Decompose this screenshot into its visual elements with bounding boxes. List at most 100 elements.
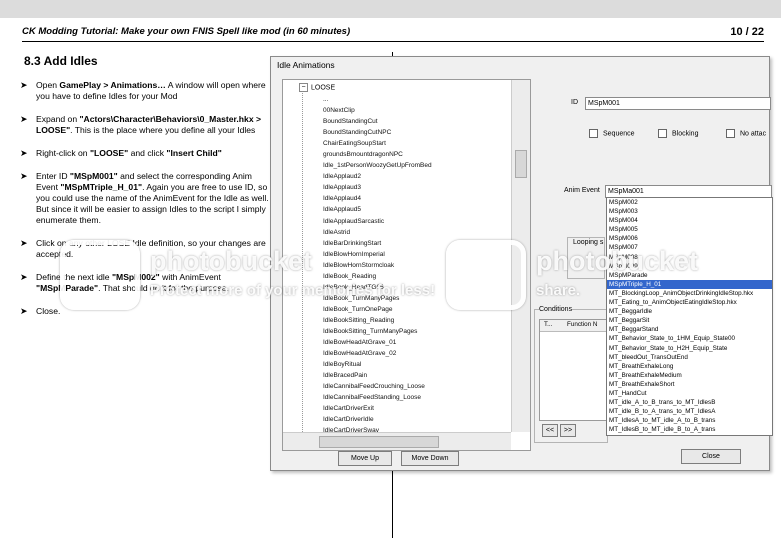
tree-item[interactable]: IdleBowHeadAtGrave_02 — [323, 348, 432, 359]
instruction-step: ➤ Expand on "Actors\Character\Behaviors\0… — [20, 114, 270, 136]
conditions-table[interactable]: T... Function N — [539, 319, 607, 421]
tree-item[interactable]: IdleCartDriverExit — [323, 403, 432, 414]
tree-item[interactable]: IdleApplaud2 — [323, 171, 432, 182]
anim-event-option[interactable]: MT_BeggarSit — [607, 316, 772, 325]
previous-button[interactable]: << — [542, 424, 558, 437]
checkbox-box[interactable] — [589, 129, 598, 138]
tree-item[interactable]: IdleBookSitting_TurnManyPages — [323, 326, 432, 337]
tree-item[interactable]: IdleCannibalFeedCrouching_Loose — [323, 381, 432, 392]
column-header[interactable]: T... — [544, 321, 552, 328]
tree-item[interactable]: BoundStandingCutNPC — [323, 127, 432, 138]
bullet-arrow-icon: ➤ — [20, 272, 28, 282]
anim-event-option[interactable]: MSpM006 — [607, 234, 772, 243]
tree-item[interactable]: IdleCartDriverIdle — [323, 414, 432, 425]
tree-item[interactable]: groundsBmountdragonNPC — [323, 149, 432, 160]
document-title: CK Modding Tutorial: Make your own FNIS … — [22, 26, 351, 37]
step-text: Open — [36, 80, 60, 90]
tree-horizontal-scrollbar[interactable] — [283, 432, 511, 450]
tree-item[interactable]: IdleBlowHornStormcloak — [323, 260, 432, 271]
tree-item[interactable]: IdleApplaud3 — [323, 182, 432, 193]
id-field[interactable]: MSpM001 — [585, 97, 771, 110]
checkbox-box[interactable] — [658, 129, 667, 138]
bullet-arrow-icon: ➤ — [20, 148, 28, 158]
page-number: 10 / 22 — [730, 26, 764, 38]
tree-item[interactable]: 00NextClip — [323, 105, 432, 116]
dialog-title: Idle Animations — [277, 60, 335, 70]
column-header[interactable]: Function N — [567, 321, 597, 328]
instruction-step: ➤ Close. — [20, 306, 270, 317]
tree-item[interactable]: IdleApplaud5 — [323, 204, 432, 215]
tree-item[interactable]: IdleBarDrinkingStart — [323, 238, 432, 249]
step-emphasis: "Insert Child" — [166, 148, 222, 158]
anim-event-option[interactable]: MT_BeggarIdle — [607, 307, 772, 316]
step-emphasis: "MSpMTriple_H_01" — [60, 182, 143, 192]
tree-item[interactable]: IdleBook_TurnOnePage — [323, 304, 432, 315]
tree-item[interactable]: IdleApplaudSarcastic — [323, 216, 432, 227]
checkbox-box[interactable] — [726, 129, 735, 138]
anim-event-option[interactable]: MT_IdlesB_to_MT_idle_B_to_A_trans — [607, 425, 772, 434]
anim-event-option[interactable]: MT_Behavior_State_to_H2H_Equip_State — [607, 344, 772, 353]
tree-item[interactable]: ChairEatingSoupStart — [323, 138, 432, 149]
checkbox-label: Blocking — [672, 130, 699, 138]
bullet-arrow-icon: ➤ — [20, 306, 28, 316]
anim-event-option[interactable]: MSpM004 — [607, 216, 772, 225]
anim-event-option[interactable]: MT_HandCut — [607, 389, 772, 398]
bullet-arrow-icon: ➤ — [20, 238, 28, 248]
step-text: Expand on — [36, 114, 80, 124]
anim-event-option[interactable]: MT_BlockingLoop_AnimObjectDrinkingIdleSt… — [607, 289, 772, 298]
anim-event-option[interactable]: MSpMTriple_H_01 — [607, 279, 772, 289]
tree-item[interactable]: IdleApplaud4 — [323, 193, 432, 204]
scrollbar-thumb[interactable] — [515, 150, 527, 178]
scrollbar-thumb[interactable] — [319, 436, 439, 448]
anim-event-option[interactable]: MT_BreathExhaleShort — [607, 380, 772, 389]
no-attack-checkbox[interactable]: No attac — [726, 129, 766, 138]
anim-event-option[interactable]: MSpM003 — [607, 207, 772, 216]
anim-event-option[interactable]: MSpM002 — [607, 198, 772, 207]
anim-event-option[interactable]: MT_IdlesA_to_MT_idle_A_to_B_trans — [607, 416, 772, 425]
tree-item[interactable]: IdleBookSitting_Reading — [323, 315, 432, 326]
tree-item[interactable]: Idle_1stPersonWoozyGetUpFromBed — [323, 160, 432, 171]
step-text: Right-click on — [36, 148, 90, 158]
looping-label: Looping s — [573, 239, 604, 246]
anim-event-dropdown-list[interactable]: MSpM002 MSpM003 MSpM004 MSpM005 MSpM006 MSpM0… — [606, 197, 773, 436]
step-emphasis: "MSpM001" — [69, 171, 118, 181]
anim-event-option[interactable]: MT_idle_B_to_A_trans_to_MT_IdlesA — [607, 407, 772, 416]
header-rule — [22, 41, 764, 42]
blocking-checkbox[interactable]: Blocking — [658, 129, 698, 138]
close-button[interactable]: Close — [681, 449, 741, 464]
document-header: CK Modding Tutorial: Make your own FNIS … — [22, 26, 764, 40]
tree-item[interactable]: IdleBoyRitual — [323, 359, 432, 370]
anim-event-option[interactable]: MT_BreathExhaleMedium — [607, 371, 772, 380]
anim-event-option[interactable]: MT_bleedOut_TransOutEnd — [607, 353, 772, 362]
bullet-arrow-icon: ➤ — [20, 80, 28, 90]
tree-item[interactable]: IdleBracedPain — [323, 370, 432, 381]
anim-event-label: Anim Event — [564, 187, 600, 194]
anim-event-option[interactable]: MT_Eating_to_AnimObjectEatingIdleStop.hk… — [607, 298, 772, 307]
anim-event-option[interactable]: MT_BeggarStand — [607, 325, 772, 334]
bullet-arrow-icon: ➤ — [20, 171, 28, 181]
step-text: Close. — [36, 306, 61, 316]
step-text: . This is the place where you define all… — [70, 125, 256, 135]
tree-item[interactable]: ... — [323, 94, 432, 105]
anim-event-option[interactable]: MT_idle_A_to_B_trans_to_MT_IdlesB — [607, 398, 772, 407]
next-button[interactable]: >> — [560, 424, 576, 437]
anim-event-option[interactable]: MT_BreathExhaleLong — [607, 362, 772, 371]
watermark-logo-icon — [60, 240, 140, 310]
anim-event-option[interactable]: MSpM005 — [607, 225, 772, 234]
anim-event-option[interactable]: MT_Behavior_State_to_1HM_Equip_State00 — [607, 334, 772, 343]
tree-root-label: LOOSE — [311, 84, 336, 92]
move-down-button[interactable]: Move Down — [401, 451, 459, 466]
collapse-icon[interactable]: − — [299, 83, 308, 92]
tree-root-node[interactable]: − LOOSE — [299, 83, 335, 92]
tree-item[interactable]: IdleBook_Reading — [323, 271, 432, 282]
move-up-button[interactable]: Move Up — [338, 451, 392, 466]
tree-item[interactable]: IdleAstrid — [323, 227, 432, 238]
tree-item[interactable]: IdleCannibalFeedStanding_Loose — [323, 392, 432, 403]
step-emphasis: "LOOSE" — [89, 148, 129, 158]
tree-item[interactable]: BoundStandingCut — [323, 116, 432, 127]
tree-item[interactable]: IdleBlowHornImperial — [323, 249, 432, 260]
sequence-checkbox[interactable]: Sequence — [589, 129, 635, 138]
watermark-brand: photobucket — [536, 246, 698, 276]
tree-item[interactable]: IdleBowHeadAtGrave_01 — [323, 337, 432, 348]
watermark-tagline: Protect more of your memories for less! — [150, 282, 436, 299]
